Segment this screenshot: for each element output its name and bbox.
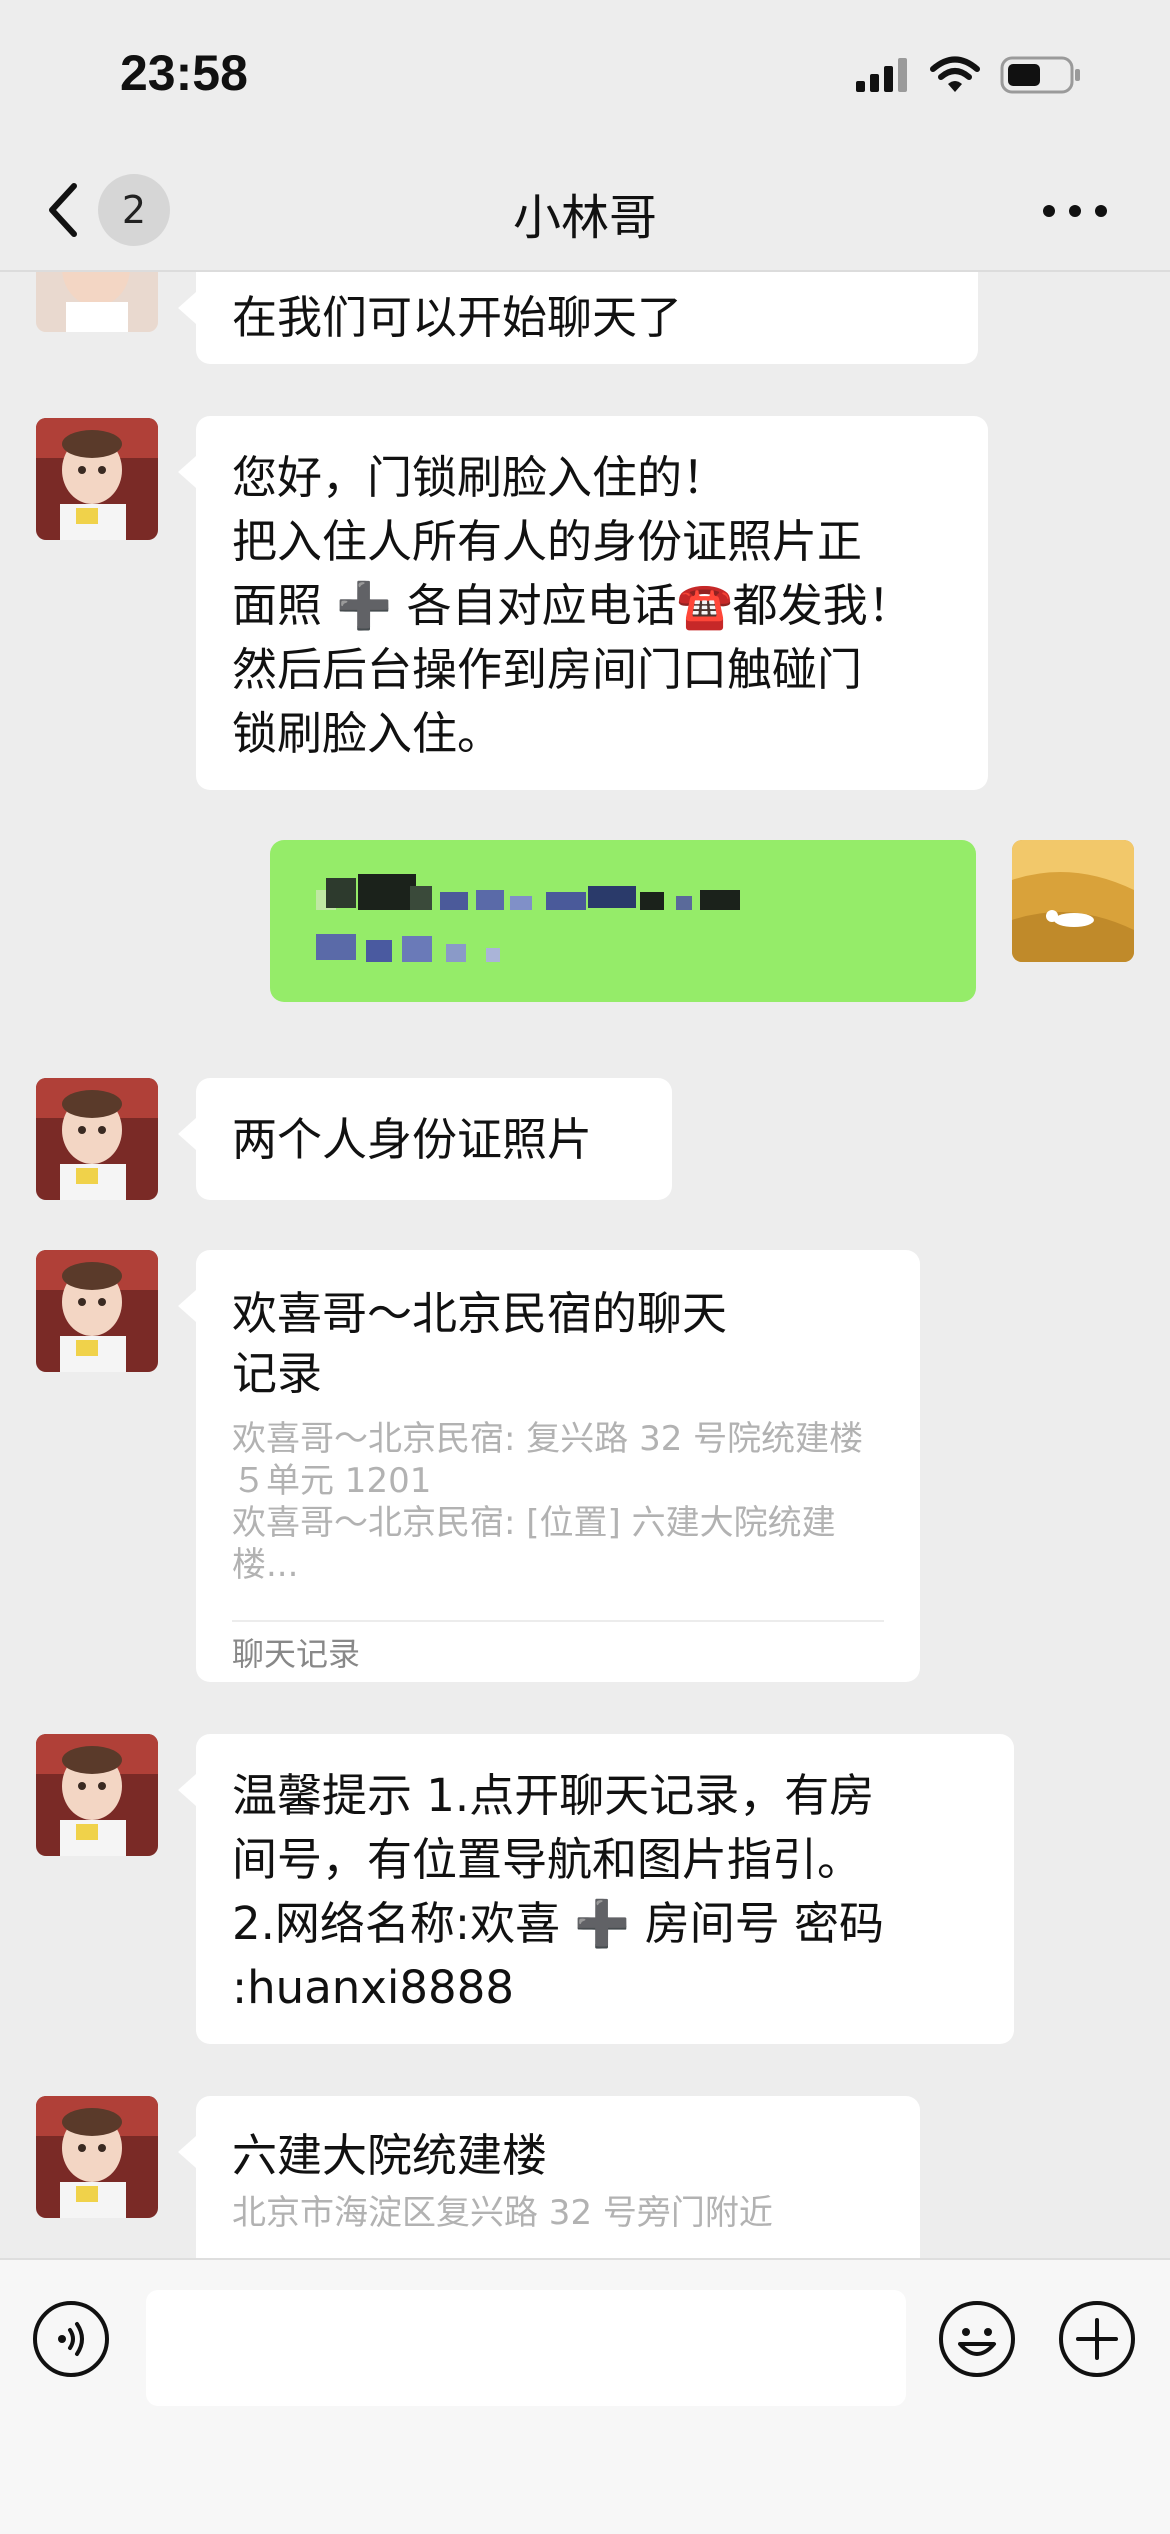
location-card[interactable]: 六建大院统建楼 北京市海淀区复兴路 32 号旁门附近: [178, 2096, 920, 2258]
message-bubble-received[interactable]: 温馨提示 1.点开聊天记录，有房 间号，有位置导航和图片指引。 2.网络名称:欢…: [178, 1734, 1014, 2044]
message-bubble-sent[interactable]: [270, 840, 976, 1002]
chat-history-card[interactable]: 欢喜哥～北京民宿的聊天 记录 欢喜哥～北京民宿: 复兴路 32 号院统建楼 ５单…: [178, 1250, 920, 1682]
chat-title: 小林哥: [512, 190, 657, 246]
message-line: 温馨提示 1.点开聊天记录，有房: [232, 1769, 875, 1822]
signal-icon: [856, 58, 907, 92]
location-address: 北京市海淀区复兴路 32 号旁门附近: [232, 2193, 773, 2233]
baby-avatar-image: [36, 1734, 158, 1856]
status-icons: [854, 56, 1082, 94]
message-line: 把入住人所有人的身份证照片正: [232, 515, 863, 568]
message-line: 您好，门锁刷脸入住的！: [232, 451, 728, 504]
baby-avatar-image: [36, 2096, 158, 2218]
message-line: 2.网络名称:欢喜 ➕ 房间号 密码: [232, 1897, 885, 1950]
message-bubble-received[interactable]: 两个人身份证照片: [178, 1078, 672, 1200]
contact-avatar[interactable]: [36, 418, 158, 540]
contact-avatar[interactable]: [36, 272, 158, 332]
location-name: 六建大院统建楼: [232, 2129, 548, 2182]
more-icon[interactable]: [1040, 196, 1110, 226]
my-avatar[interactable]: [1012, 840, 1134, 962]
message-list[interactable]: 在我们可以开始聊天了 您好，门锁刷脸入住的！ 把入住人所有人的身份证照片正 面照…: [0, 272, 1170, 2258]
card-preview-line: 欢喜哥～北京民宿: 复兴路 32 号院统建楼: [232, 1419, 864, 1459]
message-bubble-received[interactable]: 在我们可以开始聊天了: [178, 272, 978, 364]
message-text: 在我们可以开始聊天了: [232, 291, 683, 344]
message-line: :huanxi8888: [232, 1961, 514, 2014]
message-bubble-received[interactable]: 您好，门锁刷脸入住的！ 把入住人所有人的身份证照片正 面照 ➕ 各自对应电话☎️…: [178, 416, 988, 790]
baby-avatar-image: [36, 418, 158, 540]
message-line: 然后后台操作到房间门口触碰门: [232, 643, 863, 696]
emoji-icon[interactable]: [938, 2300, 1016, 2378]
status-time: 23:58: [120, 45, 248, 101]
contact-avatar[interactable]: [36, 1078, 158, 1200]
message-input[interactable]: [146, 2290, 906, 2406]
card-title-line: 欢喜哥～北京民宿的聊天: [232, 1287, 728, 1340]
card-footer: 聊天记录: [232, 1635, 361, 1673]
card-preview-line: ５单元 1201: [232, 1461, 432, 1501]
status-bar: 23:58: [0, 0, 1170, 150]
baby-avatar-image: [36, 1250, 158, 1372]
baby-avatar-image: [36, 272, 158, 332]
voice-icon[interactable]: [32, 2300, 110, 2378]
pixelated-redacted-content: [316, 874, 740, 962]
message-line: 间号，有位置导航和图片指引。: [232, 1833, 863, 1886]
card-divider: [232, 1620, 884, 1622]
card-preview-line: 欢喜哥～北京民宿: [位置] 六建大院统建: [232, 1503, 836, 1543]
contact-avatar[interactable]: [36, 1250, 158, 1372]
card-preview: 欢喜哥～北京民宿: 复兴路 32 号院统建楼 ５单元 1201 欢喜哥～北京民宿…: [232, 1418, 884, 1586]
contact-avatar[interactable]: [36, 2096, 158, 2218]
card-preview-line: 楼...: [232, 1545, 299, 1585]
battery-icon: [1000, 56, 1080, 94]
chat-header: 2 小林哥: [0, 150, 1170, 272]
message-line: 面照 ➕ 各自对应电话☎️都发我！: [232, 579, 913, 632]
plus-icon[interactable]: [1058, 2300, 1136, 2378]
input-toolbar: [0, 2258, 1170, 2534]
message-text: 两个人身份证照片: [232, 1113, 593, 1166]
contact-avatar[interactable]: [36, 1734, 158, 1856]
message-line: 锁刷脸入住。: [232, 707, 503, 760]
wifi-icon: [930, 56, 980, 92]
baby-avatar-image: [36, 1078, 158, 1200]
card-title-line: 记录: [232, 1347, 323, 1400]
sand-dune-avatar-image: [1012, 840, 1134, 962]
